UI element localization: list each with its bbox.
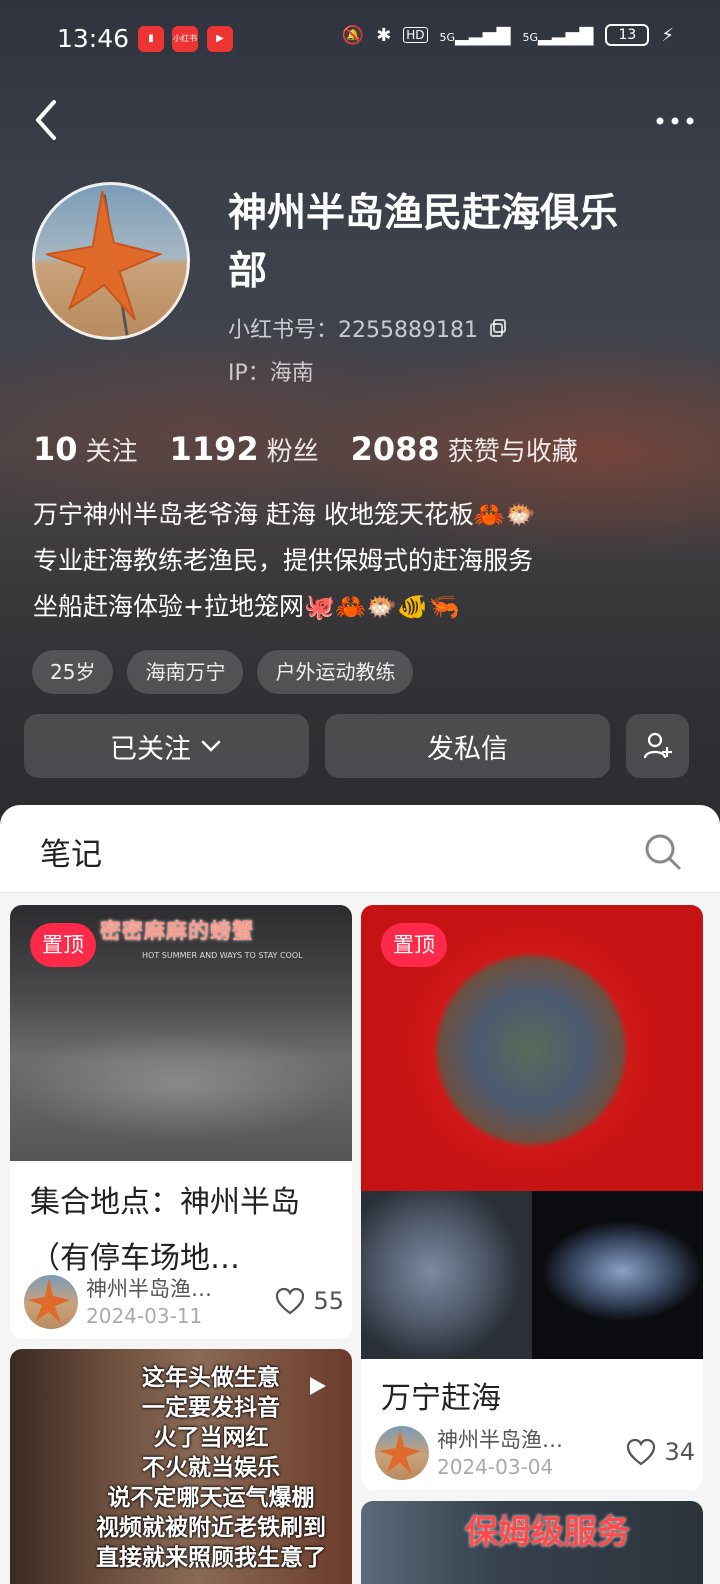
profile-header: 13:46 ▮ 小红书 ▶ 🔕 ✱ HD 5G▂▃▅▇ 5G▂▃▅▇ 13 ⚡ … <box>0 0 720 830</box>
note-card[interactable]: 密密麻麻的螃蟹 HOT SUMMER AND WAYS TO STAY COOL… <box>10 905 352 1339</box>
profile-name: 神州半岛渔民赶海俱乐部 <box>228 191 619 294</box>
tab-notes[interactable]: 笔记 <box>40 829 102 874</box>
starfish-icon <box>28 1278 70 1324</box>
bio-line: 万宁神州半岛老爷海 赶海 收地笼天花板🦀🐡 <box>33 500 537 529</box>
add-user-icon <box>643 732 672 759</box>
hd-icon: HD <box>403 27 428 43</box>
starfish-icon <box>379 1429 421 1475</box>
notes-feed: 密密麻麻的螃蟹 HOT SUMMER AND WAYS TO STAY COOL… <box>0 893 720 1584</box>
heart-icon <box>276 1287 305 1315</box>
xiaohongshu-app-icon: 小红书 <box>172 26 198 52</box>
gift-app-icon: ▮ <box>138 26 164 52</box>
bio-line: 坐船赶海体验+拉地笼网🐙🦀🐡🐠🦐 <box>33 592 460 621</box>
signal-icon: 5G▂▃▅▇ <box>439 24 511 46</box>
note-author: 神州半岛渔… <box>437 1428 563 1452</box>
like-count: 34 <box>664 1438 695 1466</box>
note-card[interactable]: 保姆级服务 <box>361 1501 703 1584</box>
stat-following[interactable]: 10 关注 <box>33 430 138 468</box>
like-button[interactable]: 55 <box>275 1287 344 1315</box>
note-date: 2024-03-11 <box>86 1304 203 1328</box>
note-cover-image: 保姆级服务 <box>361 1501 703 1584</box>
bio-line: 专业赶海教练老渔民，提供保姆式的赶海服务 <box>33 546 534 575</box>
video-play-icon <box>310 1377 326 1395</box>
profile-tags: 25岁 海南万宁 户外运动教练 <box>32 650 414 694</box>
stat-likes-collects[interactable]: 2088 获赞与收藏 <box>351 430 578 468</box>
add-friend-button[interactable] <box>626 714 689 778</box>
following-button[interactable]: 已关注 <box>24 714 309 778</box>
note-date: 2024-03-04 <box>437 1455 554 1479</box>
note-cover-image: 这年头做生意 一定要发抖音 火了当网红 不火就当娱乐 说不定哪天运气爆棚 视频就… <box>10 1349 352 1584</box>
like-count: 55 <box>313 1287 344 1315</box>
ip-location: IP：海南 <box>228 361 314 386</box>
cover-overlay-text: 保姆级服务 <box>465 1512 630 1551</box>
profile-stats: 10 关注 1192 粉丝 2088 获赞与收藏 <box>33 430 578 468</box>
author-avatar <box>375 1426 429 1480</box>
tag-age: 25岁 <box>32 650 114 694</box>
tab-bar: 笔记 <box>0 805 720 893</box>
chevron-down-icon <box>201 740 221 752</box>
cover-overlay-text: 密密麻麻的螃蟹 <box>100 919 254 943</box>
profile-bio: 万宁神州半岛老爷海 赶海 收地笼天花板🦀🐡 专业赶海教练老渔民，提供保姆式的赶海… <box>33 492 683 630</box>
back-icon[interactable] <box>28 96 68 144</box>
content-area: 笔记 密密麻麻的螃蟹 HOT SUMMER AND WAYS TO STAY C… <box>0 805 720 1584</box>
note-card[interactable]: 置顶 万宁赶海 神州半岛渔… 2024-03-04 34 <box>361 905 703 1490</box>
note-meta: 神州半岛渔… 2024-03-11 55 <box>24 1273 344 1329</box>
tag-occupation: 户外运动教练 <box>257 650 414 694</box>
note-cover-image <box>361 1191 532 1359</box>
bluetooth-icon: ✱ <box>376 24 392 46</box>
charging-icon: ⚡ <box>661 24 674 46</box>
note-title: 万宁赶海 <box>381 1381 501 1416</box>
stat-followers[interactable]: 1192 粉丝 <box>170 430 319 468</box>
author-avatar <box>24 1275 78 1329</box>
note-title: 集合地点：神州半岛（有停车场地… <box>30 1185 300 1276</box>
signal-icon-2: 5G▂▃▅▇ <box>522 24 594 46</box>
starfish-icon <box>46 190 164 337</box>
note-card[interactable]: 这年头做生意 一定要发抖音 火了当网红 不火就当娱乐 说不定哪天运气爆棚 视频就… <box>10 1349 352 1584</box>
pinned-badge: 置顶 <box>30 923 96 967</box>
note-meta: 神州半岛渔… 2024-03-04 34 <box>375 1424 695 1480</box>
status-bar: 13:46 ▮ 小红书 ▶ 🔕 ✱ HD 5G▂▃▅▇ 5G▂▃▅▇ 13 ⚡ <box>0 0 720 80</box>
message-button[interactable]: 发私信 <box>325 714 610 778</box>
note-author: 神州半岛渔… <box>86 1277 212 1301</box>
status-time: 13:46 <box>57 24 130 53</box>
note-cover-image <box>532 1191 703 1359</box>
more-icon[interactable] <box>650 98 700 144</box>
search-icon[interactable] <box>642 831 682 871</box>
tag-location: 海南万宁 <box>127 650 244 694</box>
like-button[interactable]: 34 <box>626 1438 695 1466</box>
video-app-icon: ▶ <box>207 26 233 52</box>
pinned-badge: 置顶 <box>381 923 447 967</box>
red-id: 小红书号：2255889181 <box>228 312 508 344</box>
profile-avatar[interactable] <box>32 182 190 340</box>
mute-icon: 🔕 <box>341 24 365 46</box>
cover-overlay-sub: HOT SUMMER AND WAYS TO STAY COOL <box>142 951 303 960</box>
battery-icon: 13 <box>605 24 650 46</box>
heart-icon <box>627 1438 656 1466</box>
status-indicators: 🔕 ✱ HD 5G▂▃▅▇ 5G▂▃▅▇ 13 ⚡ <box>342 24 674 46</box>
copy-icon[interactable] <box>488 318 508 338</box>
